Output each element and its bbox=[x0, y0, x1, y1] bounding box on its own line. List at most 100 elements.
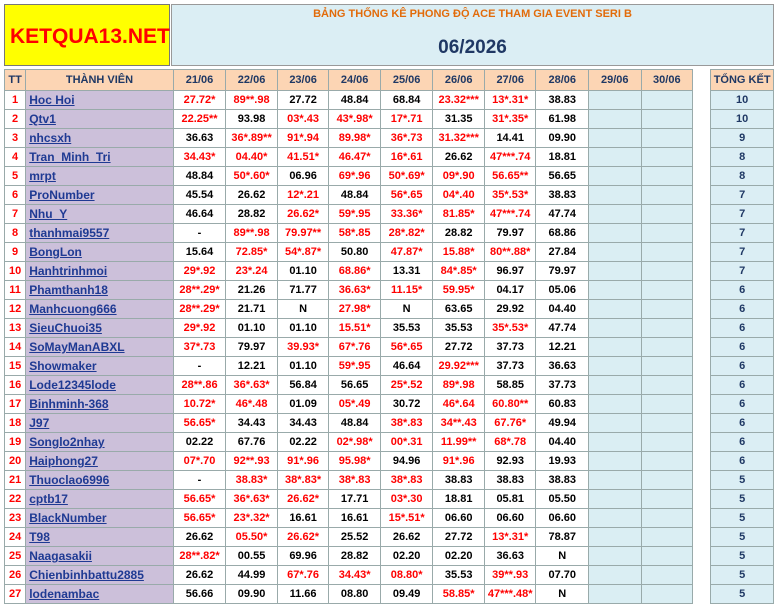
result-cell: 35.53 bbox=[379, 318, 434, 338]
total-cell: 6 bbox=[710, 337, 774, 357]
header-spacer bbox=[692, 69, 711, 91]
result-cell: 04.17 bbox=[483, 280, 537, 300]
total-cell: 5 bbox=[710, 527, 774, 547]
empty-cell bbox=[588, 546, 642, 566]
result-cell: 22.25** bbox=[172, 109, 227, 129]
result-cell: 68*.78 bbox=[483, 432, 537, 452]
result-cell: 56.65* bbox=[172, 508, 227, 528]
total-cell: 5 bbox=[710, 508, 774, 528]
member-link[interactable]: mrpt bbox=[29, 169, 56, 183]
member-link[interactable]: Lode12345lode bbox=[29, 378, 116, 392]
member-link[interactable]: Chienbinhbattu2885 bbox=[29, 568, 144, 582]
result-cell: 27.72 bbox=[276, 90, 330, 110]
result-cell: 06.96 bbox=[276, 166, 330, 186]
month-label: 06/2026 bbox=[438, 37, 507, 58]
result-cell: 31*.35* bbox=[483, 109, 537, 129]
header-date: 26/06 bbox=[432, 69, 485, 91]
result-cell: 96.97 bbox=[483, 261, 537, 281]
result-cell: 06.60 bbox=[483, 508, 537, 528]
row-number: 22 bbox=[3, 489, 27, 509]
empty-cell bbox=[640, 128, 694, 148]
result-cell: 58.85 bbox=[483, 375, 537, 395]
empty-cell bbox=[588, 394, 642, 414]
result-cell: 25.52 bbox=[328, 527, 381, 547]
member-link[interactable]: SoMayManABXL bbox=[29, 340, 124, 354]
member-link[interactable]: Qtv1 bbox=[29, 112, 56, 126]
result-cell: 27.84 bbox=[535, 242, 589, 262]
member-link[interactable]: Binhminh-368 bbox=[29, 397, 108, 411]
result-cell: 04.40* bbox=[225, 147, 278, 167]
spacer-cell bbox=[692, 185, 711, 205]
member-link[interactable]: Naagasakii bbox=[29, 549, 92, 563]
member-name-cell: Binhminh-368 bbox=[25, 394, 174, 414]
member-link[interactable]: nhcsxh bbox=[29, 131, 71, 145]
table-row: 20 Haiphong27 07*.70 92**.93 91*.96 95.98* 94.… bbox=[3, 451, 774, 471]
result-cell: 59*.95 bbox=[328, 204, 381, 224]
empty-cell bbox=[588, 223, 642, 243]
member-link[interactable]: cptb17 bbox=[29, 492, 68, 506]
member-link[interactable]: lodenambac bbox=[29, 587, 99, 601]
table-row: 2 Qtv1 22.25** 93.98 03*.43 43*.98* 17*.71 31.3… bbox=[3, 109, 774, 129]
member-link[interactable]: Hoc Hoi bbox=[29, 93, 74, 107]
result-cell: 45.54 bbox=[172, 185, 227, 205]
result-cell: 28.82 bbox=[225, 204, 278, 224]
member-link[interactable]: Nhu_Y bbox=[29, 207, 67, 221]
total-cell: 6 bbox=[710, 356, 774, 376]
result-cell: 89*.98 bbox=[432, 375, 485, 395]
result-cell: 60.80** bbox=[483, 394, 537, 414]
result-cell: 01.10 bbox=[276, 356, 330, 376]
result-cell: 47.74 bbox=[535, 318, 589, 338]
table-row: 21 Thuoclao6996-38.83* 38*.83* 38*.83 38*.83… bbox=[3, 470, 774, 490]
result-cell: 01.10 bbox=[276, 318, 330, 338]
member-link[interactable]: Thuoclao6996 bbox=[29, 473, 109, 487]
member-link[interactable]: T98 bbox=[29, 530, 50, 544]
header-date: 29/06 bbox=[588, 69, 642, 91]
member-link[interactable]: SieuChuoi35 bbox=[29, 321, 102, 335]
empty-cell bbox=[640, 356, 694, 376]
result-cell: 34.43* bbox=[172, 147, 227, 167]
member-link[interactable]: Tran_Minh_Tri bbox=[29, 150, 110, 164]
empty-cell bbox=[640, 280, 694, 300]
member-name-cell: lodenambac bbox=[25, 584, 174, 604]
result-cell: 47***.74 bbox=[483, 147, 537, 167]
result-cell: 79.97 bbox=[225, 337, 278, 357]
member-link[interactable]: Phamthanh18 bbox=[29, 283, 108, 297]
result-cell: 01.10 bbox=[276, 261, 330, 281]
result-cell: 56.65 bbox=[535, 166, 589, 186]
member-link[interactable]: ProNumber bbox=[29, 188, 94, 202]
spacer-cell bbox=[692, 318, 711, 338]
result-cell: 79.97 bbox=[483, 223, 537, 243]
spacer-cell bbox=[692, 584, 711, 604]
member-name-cell: thanhmai9557 bbox=[25, 223, 174, 243]
member-link[interactable]: Hanhtrinhmoi bbox=[29, 264, 107, 278]
member-link[interactable]: thanhmai9557 bbox=[29, 226, 109, 240]
table-row: 12 Manhcuong666 28**.29* 21.71 N 27.98* N 63.65… bbox=[3, 299, 774, 319]
empty-cell bbox=[640, 527, 694, 547]
member-link[interactable]: Haiphong27 bbox=[29, 454, 98, 468]
result-cell: 02.22 bbox=[276, 432, 330, 452]
empty-cell bbox=[640, 508, 694, 528]
member-link[interactable]: BongLon bbox=[29, 245, 82, 259]
result-cell: 89**.98 bbox=[225, 223, 278, 243]
result-cell: 58.85* bbox=[432, 584, 485, 604]
result-cell: 05.81 bbox=[483, 489, 537, 509]
row-number: 6 bbox=[3, 185, 27, 205]
member-link[interactable]: Songlo2nhay bbox=[29, 435, 104, 449]
member-link[interactable]: BlackNumber bbox=[29, 511, 106, 525]
member-link[interactable]: J97 bbox=[29, 416, 49, 430]
member-link[interactable]: Showmaker bbox=[29, 359, 96, 373]
empty-cell bbox=[640, 109, 694, 129]
table-row: 8 thanhmai9557 -89**.98 79.97** 58*.85 28*.82… bbox=[3, 223, 774, 243]
result-cell: 63.65 bbox=[432, 299, 485, 319]
result-cell: 01.10 bbox=[225, 318, 278, 338]
empty-cell bbox=[588, 242, 642, 262]
empty-cell bbox=[640, 318, 694, 338]
result-cell: 12.21 bbox=[225, 356, 278, 376]
result-cell: 31.35 bbox=[432, 109, 485, 129]
row-number: 20 bbox=[3, 451, 27, 471]
result-cell: 47***.74 bbox=[483, 204, 537, 224]
spacer-cell bbox=[692, 223, 711, 243]
result-cell: 09.90 bbox=[535, 128, 589, 148]
empty-cell bbox=[588, 90, 642, 110]
member-link[interactable]: Manhcuong666 bbox=[29, 302, 116, 316]
